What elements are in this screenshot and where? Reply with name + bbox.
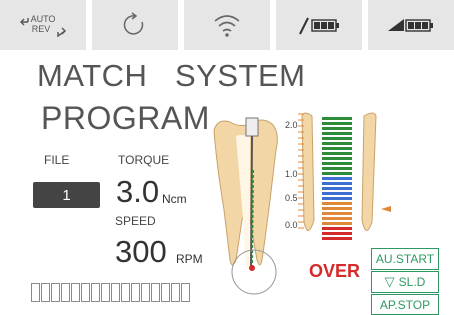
speed-label: SPEED [115,214,156,228]
progress-cell [91,283,100,302]
rotation-button[interactable] [92,0,178,50]
scale-0-0: 0.0 [285,220,298,230]
status-bar: AUTO REV [0,0,454,50]
header-match: MATCH [37,58,148,93]
progress-cell [111,283,120,302]
scale-1-0: 1.0 [285,169,298,179]
scale-ticks [298,113,304,229]
meter-segment [322,152,352,155]
meter-segment [322,167,352,170]
meter-segment [322,192,352,195]
progress-cell [181,283,190,302]
progress-cell [101,283,110,302]
meter-segment [322,172,352,175]
ap-stop-button[interactable]: AP.STOP [371,294,439,315]
file-selector[interactable]: 1 [33,182,100,208]
meter-segment [322,137,352,140]
meter-segment [322,142,352,145]
progress-cell [161,283,170,302]
meter-segment [322,237,352,240]
meter-segment [322,217,352,220]
meter-segment [322,157,352,160]
torque-unit: Ncm [162,192,187,206]
progress-cell [31,283,40,302]
triangle-down-icon: ▽ [384,274,395,289]
progress-cell [121,283,130,302]
meter-segment [322,232,352,235]
meter-segment [322,212,352,215]
rotation-icon [123,12,144,35]
auto-reverse-icon: AUTO REV [20,14,66,38]
header-system: SYSTEM [175,58,306,93]
apex-position-marker-icon [381,206,391,212]
wifi-button[interactable] [184,0,270,50]
meter-segment [322,182,352,185]
torque-value: 3.0 [116,174,160,209]
speed-unit: RPM [176,252,203,266]
apex-meter-bar [322,117,352,242]
motor-battery-button[interactable] [368,0,454,50]
progress-cell [51,283,60,302]
meter-segment [322,147,352,150]
au-start-button[interactable]: AU.START [371,248,439,270]
handpiece-battery-icon [299,17,339,35]
handpiece-battery-button[interactable] [276,0,362,50]
auto-rev-button[interactable]: AUTO REV [0,0,86,50]
meter-segment [322,122,352,125]
scale-0-5: 0.5 [285,193,298,203]
meter-segment [322,187,352,190]
meter-segment [322,227,352,230]
sl-d-label: SL.D [398,275,426,289]
motor-battery-icon [388,19,433,32]
progress-cell [131,283,140,302]
meter-segment [322,197,352,200]
progress-cells [31,283,191,302]
meter-segment [322,222,352,225]
progress-cell [81,283,90,302]
meter-segment [322,202,352,205]
meter-segment [322,127,352,130]
sl-d-button[interactable]: ▽ SL.D [371,271,439,293]
rev-label: REV [32,24,51,34]
scale-2-0: 2.0 [285,120,298,130]
meter-segment [322,207,352,210]
meter-segment [322,132,352,135]
progress-cell [71,283,80,302]
header-program: PROGRAM [41,100,210,136]
progress-cell [61,283,70,302]
wifi-icon [214,15,240,37]
over-label: OVER [309,261,361,281]
progress-cell [41,283,50,302]
progress-cell [151,283,160,302]
progress-cell [171,283,180,302]
file-label: FILE [44,153,70,167]
speed-value: 300 [115,234,167,269]
meter-segment [322,162,352,165]
progress-cell [141,283,150,302]
meter-segment [322,177,352,180]
torque-label: TORQUE [118,153,170,167]
auto-label: AUTO [31,14,56,24]
meter-segment [322,117,352,120]
